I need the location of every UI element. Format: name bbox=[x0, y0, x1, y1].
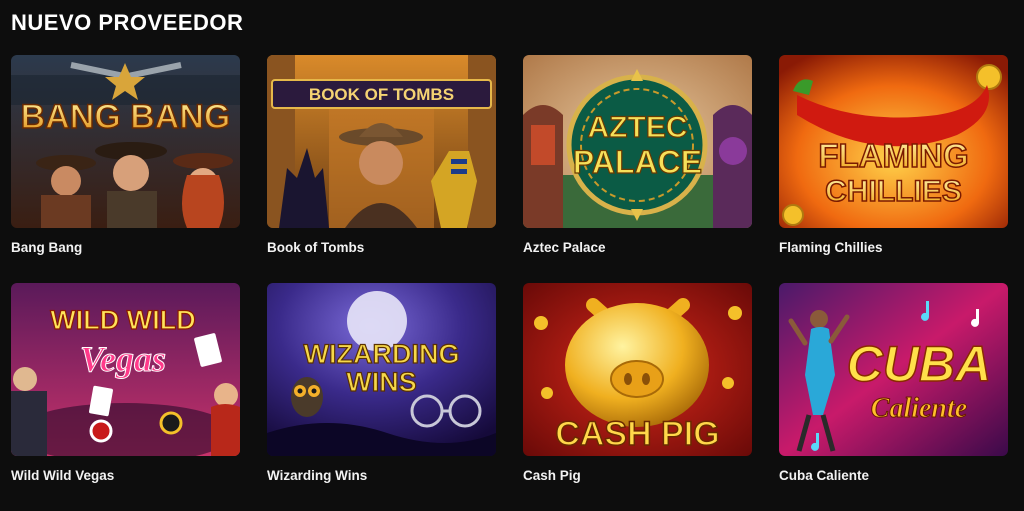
cuba-caliente-thumbnail: CUBA Caliente bbox=[779, 283, 1008, 456]
wild-wild-vegas-artwork[interactable]: WILD WILD Vegas bbox=[11, 283, 240, 456]
game-title[interactable]: Aztec Palace bbox=[523, 240, 752, 255]
wizarding-wins-thumbnail: WIZARDING WINS bbox=[267, 283, 496, 456]
game-title[interactable]: Wizarding Wins bbox=[267, 468, 496, 483]
game-logo-text: BANG BANG bbox=[21, 98, 231, 136]
bang-bang-thumbnail: BANG BANG bbox=[11, 55, 240, 228]
game-title[interactable]: Book of Tombs bbox=[267, 240, 496, 255]
game-logo-text: Caliente bbox=[871, 393, 967, 424]
game-logo-text: PALACE bbox=[573, 144, 702, 180]
wizarding-wins-artwork[interactable]: WIZARDING WINS bbox=[267, 283, 496, 456]
bang-bang-artwork[interactable]: BANG BANG bbox=[11, 55, 240, 228]
book-of-tombs-thumbnail: BOOK OF TOMBS bbox=[267, 55, 496, 228]
game-logo-text: BOOK OF TOMBS bbox=[309, 85, 454, 104]
game-logo-text: WILD WILD bbox=[50, 305, 195, 335]
game-card-cash-pig[interactable]: CASH PIG Cash Pig bbox=[523, 283, 752, 511]
game-title[interactable]: Bang Bang bbox=[11, 240, 240, 255]
game-logo-text: CHILLIES bbox=[825, 175, 962, 208]
game-card-bang-bang[interactable]: BANG BANG Bang Bang bbox=[11, 55, 240, 283]
book-of-tombs-artwork[interactable]: BOOK OF TOMBS bbox=[267, 55, 496, 228]
game-logo-text: FLAMING bbox=[818, 137, 968, 174]
game-logo-text: CASH PIG bbox=[555, 415, 719, 453]
game-title[interactable]: Cuba Caliente bbox=[779, 468, 1008, 483]
flaming-chillies-artwork[interactable]: FLAMING CHILLIES bbox=[779, 55, 1008, 228]
game-card-wild-wild-vegas[interactable]: WILD WILD Vegas Wild Wild Vegas bbox=[11, 283, 240, 511]
games-grid: BANG BANG Bang Bang BOOK OF TOMBS Book o… bbox=[11, 55, 1008, 511]
cuba-caliente-artwork[interactable]: CUBA Caliente bbox=[779, 283, 1008, 456]
game-title[interactable]: Cash Pig bbox=[523, 468, 752, 483]
game-logo-text: CUBA bbox=[847, 336, 991, 392]
game-card-flaming-chillies[interactable]: FLAMING CHILLIES Flaming Chillies bbox=[779, 55, 1008, 283]
game-title[interactable]: Flaming Chillies bbox=[779, 240, 1008, 255]
game-title[interactable]: Wild Wild Vegas bbox=[11, 468, 240, 483]
game-card-book-of-tombs[interactable]: BOOK OF TOMBS Book of Tombs bbox=[267, 55, 496, 283]
wild-wild-vegas-thumbnail: WILD WILD Vegas bbox=[11, 283, 240, 456]
game-card-aztec-palace[interactable]: AZTEC PALACE Aztec Palace bbox=[523, 55, 752, 283]
cash-pig-artwork[interactable]: CASH PIG bbox=[523, 283, 752, 456]
section-title: NUEVO PROVEEDOR bbox=[11, 10, 244, 35]
cash-pig-thumbnail: CASH PIG bbox=[523, 283, 752, 456]
game-card-wizarding-wins[interactable]: WIZARDING WINS Wizarding Wins bbox=[267, 283, 496, 511]
game-logo-text: Vegas bbox=[80, 339, 166, 379]
game-card-cuba-caliente[interactable]: CUBA Caliente Cuba Caliente bbox=[779, 283, 1008, 511]
new-provider-section: NUEVO PROVEEDOR BANG BANG Bang Bang BOOK… bbox=[0, 0, 1024, 499]
aztec-palace-thumbnail: AZTEC PALACE bbox=[523, 55, 752, 228]
flaming-chillies-thumbnail: FLAMING CHILLIES bbox=[779, 55, 1008, 228]
game-logo-text: WIZARDING bbox=[304, 339, 460, 369]
game-logo-text: AZTEC bbox=[588, 111, 688, 144]
aztec-palace-artwork[interactable]: AZTEC PALACE bbox=[523, 55, 752, 228]
game-logo-text: WINS bbox=[346, 367, 417, 397]
